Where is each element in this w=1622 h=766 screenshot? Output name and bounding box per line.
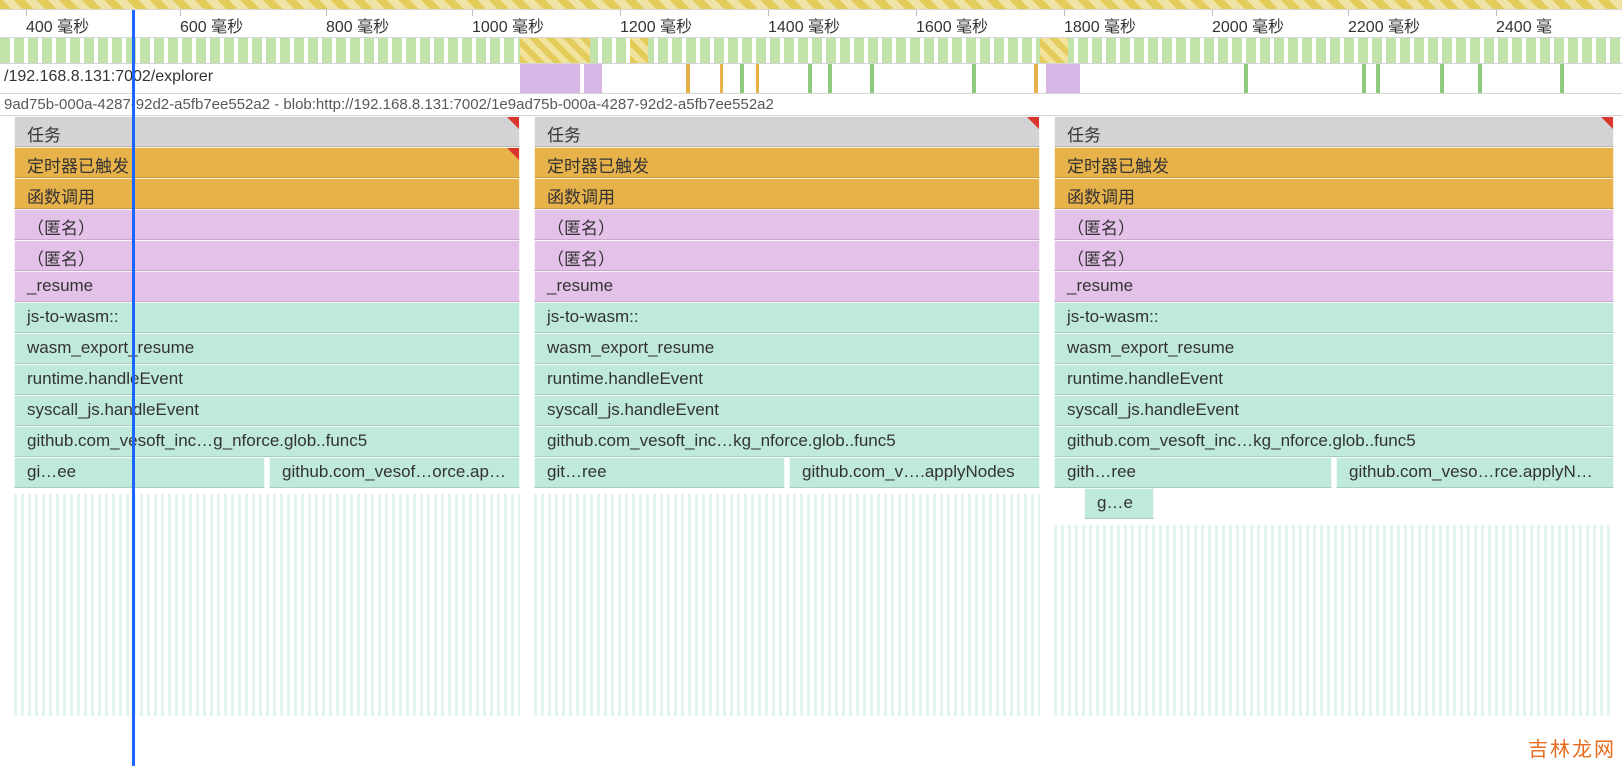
flame-column[interactable]: 任务定时器已触发函数调用（匿名）（匿名）_resumejs-to-wasm::w…	[534, 116, 1040, 716]
network-mark	[720, 64, 723, 93]
ruler-tick: 2400 毫	[1496, 13, 1552, 37]
flame-bar[interactable]: wasm_export_resume	[1054, 333, 1614, 364]
network-mark	[686, 64, 690, 93]
network-mark	[972, 64, 976, 93]
ruler-tick: 2000 毫秒	[1212, 13, 1284, 37]
network-mark	[1034, 64, 1038, 93]
flame-bar[interactable]: js-to-wasm::	[14, 302, 520, 333]
flame-bar[interactable]: gi…ee	[14, 457, 265, 488]
network-mark	[828, 64, 832, 93]
flame-bar[interactable]: （匿名）	[14, 240, 520, 271]
network-mark	[1440, 64, 1444, 93]
network-mark	[808, 64, 812, 93]
flame-bar[interactable]: wasm_export_resume	[534, 333, 1040, 364]
flame-bar[interactable]: github.com_vesoft_inc…kg_nforce.glob..fu…	[534, 426, 1040, 457]
flame-bar[interactable]: （匿名）	[534, 240, 1040, 271]
network-row[interactable]: /192.168.8.131:7002/explorer	[0, 64, 1622, 94]
ruler-tick: 1600 毫秒	[916, 13, 988, 37]
flame-bar[interactable]: 定时器已触发	[534, 147, 1040, 178]
network-mark	[870, 64, 874, 93]
ruler-tick: 1200 毫秒	[620, 13, 692, 37]
network-mark	[584, 64, 602, 93]
flame-bar[interactable]: git…ree	[534, 457, 785, 488]
flame-bar[interactable]: 函数调用	[1054, 178, 1614, 209]
network-mark	[1244, 64, 1248, 93]
flame-bar[interactable]: wasm_export_resume	[14, 333, 520, 364]
flame-bar[interactable]: github.com_veso…rce.applyNodes	[1336, 457, 1614, 488]
watermark: 吉林龙网	[1528, 733, 1616, 762]
flame-bar[interactable]: g…e	[1084, 488, 1154, 519]
frames-header: 9ad75b-000a-4287-92d2-a5fb7ee552a2 - blo…	[0, 94, 1622, 116]
network-mark	[520, 64, 580, 93]
flame-bar[interactable]: （匿名）	[1054, 209, 1614, 240]
flame-chart[interactable]: 任务定时器已触发函数调用（匿名）（匿名）_resumejs-to-wasm::w…	[0, 116, 1622, 716]
network-mark	[1376, 64, 1380, 93]
ruler-tick: 1000 毫秒	[472, 13, 544, 37]
flame-bar[interactable]: 定时器已触发	[14, 147, 520, 178]
flame-bar[interactable]: runtime.handleEvent	[1054, 364, 1614, 395]
flame-bar[interactable]: js-to-wasm::	[1054, 302, 1614, 333]
flame-bar[interactable]: _resume	[14, 271, 520, 302]
flame-bar[interactable]: runtime.handleEvent	[14, 364, 520, 395]
flame-noise	[14, 494, 520, 716]
ruler-tick: 600 毫秒	[180, 13, 243, 37]
flame-bar[interactable]: 函数调用	[534, 178, 1040, 209]
overview-strip[interactable]	[0, 0, 1622, 10]
network-mark	[1046, 64, 1080, 93]
flame-bar[interactable]: _resume	[534, 271, 1040, 302]
network-mark	[740, 64, 744, 93]
cpu-busy-block	[520, 38, 590, 63]
flame-bar[interactable]: syscall_js.handleEvent	[1054, 395, 1614, 426]
cpu-overview[interactable]	[0, 38, 1622, 64]
network-url: /192.168.8.131:7002/explorer	[4, 68, 213, 86]
ruler-tick: 2200 毫秒	[1348, 13, 1420, 37]
cpu-busy-block	[1040, 38, 1068, 63]
flame-bar[interactable]: 任务	[1054, 116, 1614, 147]
flame-column[interactable]: 任务定时器已触发函数调用（匿名）（匿名）_resumejs-to-wasm::w…	[14, 116, 520, 716]
flame-bar[interactable]: github.com_vesoft_inc…g_nforce.glob..fun…	[14, 426, 520, 457]
network-mark	[1560, 64, 1564, 93]
flame-bar[interactable]: （匿名）	[14, 209, 520, 240]
cpu-busy-block	[630, 38, 648, 63]
flame-bar[interactable]: （匿名）	[1054, 240, 1614, 271]
flame-bar[interactable]: 函数调用	[14, 178, 520, 209]
network-mark	[1478, 64, 1482, 93]
flame-noise	[1054, 525, 1614, 716]
flame-bar[interactable]: github.com_v….applyNodes	[789, 457, 1040, 488]
flame-bar[interactable]: runtime.handleEvent	[534, 364, 1040, 395]
flame-bar[interactable]: （匿名）	[534, 209, 1040, 240]
flame-bar[interactable]: syscall_js.handleEvent	[534, 395, 1040, 426]
ruler-tick: 800 毫秒	[326, 13, 389, 37]
flame-bar[interactable]: github.com_vesoft_inc…kg_nforce.glob..fu…	[1054, 426, 1614, 457]
flame-bar[interactable]: js-to-wasm::	[534, 302, 1040, 333]
flame-bar[interactable]: github.com_vesof…orce.applyNodes	[269, 457, 520, 488]
flame-column[interactable]: 任务定时器已触发函数调用（匿名）（匿名）_resumejs-to-wasm::w…	[1054, 116, 1614, 716]
flame-bar[interactable]: 任务	[14, 116, 520, 147]
playhead[interactable]	[132, 10, 135, 766]
network-mark	[756, 64, 759, 93]
flame-bar[interactable]: 定时器已触发	[1054, 147, 1614, 178]
ruler-tick: 1800 毫秒	[1064, 13, 1136, 37]
flame-bar[interactable]: 任务	[534, 116, 1040, 147]
flame-noise	[534, 494, 1040, 716]
flame-bar[interactable]: gith…ree	[1054, 457, 1332, 488]
ruler-tick: 1400 毫秒	[768, 13, 840, 37]
time-ruler[interactable]: 400 毫秒 600 毫秒 800 毫秒 1000 毫秒 1200 毫秒 1400 毫秒 1…	[0, 10, 1622, 38]
flame-bar[interactable]: _resume	[1054, 271, 1614, 302]
flame-bar[interactable]: syscall_js.handleEvent	[14, 395, 520, 426]
network-mark	[1362, 64, 1366, 93]
ruler-tick: 400 毫秒	[26, 13, 89, 37]
